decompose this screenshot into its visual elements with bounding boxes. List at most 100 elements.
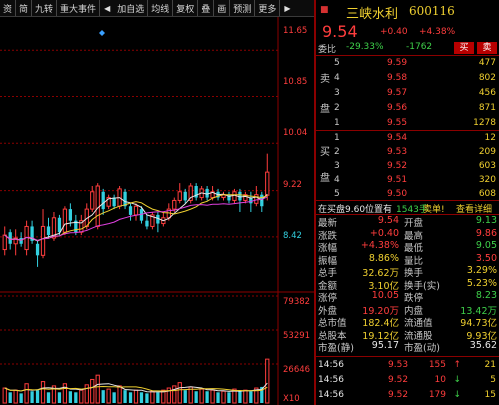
bid-book: 买 盘 1 9.54 12 2 9.53 209 3 9.52 603 4 9.… [316, 131, 499, 201]
chart-grid [0, 17, 314, 405]
volume-bar [13, 389, 18, 404]
stat-value: 9.54 [377, 215, 399, 226]
candle-body [112, 197, 116, 207]
ask-level: 4 [334, 73, 340, 83]
volume-bar [123, 390, 127, 403]
candle-body [128, 206, 133, 215]
toolbar-item-8[interactable]: 画 [213, 0, 229, 16]
candle-body [101, 191, 105, 210]
candle-body [265, 171, 270, 196]
bid-level: 2 [334, 147, 340, 157]
toolbar-item-0[interactable]: 资 [0, 0, 15, 16]
toolbar-item-4[interactable]: 加自选 [114, 0, 147, 16]
tick-time: 14:56 [318, 360, 344, 370]
tick-count: 21 [484, 360, 496, 370]
stat-label: 市盈(静) [318, 343, 354, 354]
volume-bar [265, 358, 270, 404]
volume-bar [221, 390, 226, 404]
ask-volume: 871 [478, 103, 496, 113]
ask-volume: 1278 [473, 118, 496, 128]
toolbar-prev-arrow-icon[interactable]: ◀ [99, 0, 114, 16]
volume-bar [106, 388, 111, 404]
price-line: 9.54 +0.40 +4.38% [316, 22, 499, 41]
volume-bar [57, 392, 62, 403]
order-alert: 在买盘9.60位置有 1543手 卖单! 查看详细 [316, 201, 499, 215]
candle-body [68, 209, 73, 221]
bid-row[interactable]: 5 9.50 608 [316, 187, 499, 201]
tick-volume: 155 [428, 360, 446, 370]
volume-bar [243, 389, 248, 404]
volume-bar [74, 392, 78, 403]
ask-volume: 477 [478, 58, 496, 68]
bid-row[interactable]: 1 9.54 12 [316, 131, 499, 145]
volume-bar [156, 392, 160, 403]
stat-row: 总市值 182.4亿 流通值 94.73亿 [316, 315, 499, 329]
ask-level: 3 [334, 88, 340, 98]
ask-row[interactable]: 1 9.55 1278 [316, 116, 499, 131]
bid-level: 1 [334, 133, 340, 143]
toolbar-item-9[interactable]: 预测 [229, 0, 254, 16]
toolbar-item-5[interactable]: 均线 [147, 0, 172, 16]
volume-bar [205, 391, 209, 403]
bid-row[interactable]: 4 9.51 320 [316, 173, 499, 187]
stat-row: 最新 9.54 开盘 9.13 [316, 215, 499, 229]
ask-level: 1 [334, 118, 340, 128]
candle-body [90, 191, 95, 210]
stat-row: 振幅 8.86% 量比 3.50 [316, 252, 499, 267]
toolbar-item-3[interactable]: 重大事件 [56, 0, 99, 16]
ask-row[interactable]: 5 9.59 477 [316, 56, 499, 71]
toolbar-item-2[interactable]: 九转 [31, 0, 56, 16]
toolbar-item-7[interactable]: 叠 [197, 0, 213, 16]
toolbar-item-10[interactable]: 更多 [254, 0, 279, 16]
webi-diff: -1762 [406, 42, 433, 52]
candle-body [57, 217, 62, 233]
volume-bar [30, 391, 34, 403]
volume-bar [40, 381, 46, 404]
ask-volume: 456 [478, 88, 496, 98]
bid-level: 4 [334, 175, 340, 185]
ask-volume: 802 [478, 73, 496, 83]
volume-bar [112, 392, 116, 403]
stat-value: 10.05 [371, 290, 399, 301]
tick-count: 15 [484, 390, 496, 400]
kline-chart[interactable]: 11.65 10.85 10.04 9.22 8.42 79382 53291 … [0, 17, 314, 405]
stock-code: 600116 [409, 4, 455, 18]
quote-panel: ■ 三峡水利 600116 9.54 +0.40 +4.38% 委比 -29.3… [316, 0, 499, 405]
bid-price: 9.52 [387, 161, 408, 171]
stat-value: 5.23% [466, 277, 497, 289]
axis-label-price-1: 10.85 [283, 77, 307, 87]
volume-bar [8, 392, 12, 403]
bid-volume: 209 [478, 147, 496, 157]
bid-price: 9.51 [387, 175, 408, 185]
volume-bars [2, 358, 270, 404]
sell-button[interactable]: 卖 [477, 42, 497, 54]
toolbar-item-6[interactable]: 复权 [172, 0, 197, 16]
tick-price: 9.53 [388, 360, 409, 370]
stat-row: 外盘 19.20万 内盘 13.42万 [316, 303, 499, 317]
candle-body [2, 234, 7, 251]
bid-row[interactable]: 3 9.52 603 [316, 159, 499, 173]
buy-button[interactable]: 买 [454, 42, 474, 54]
ask-row[interactable]: 2 9.56 871 [316, 101, 499, 116]
volume-bar [24, 383, 29, 404]
stat-row: 金额 3.10亿 换手(实) 5.23% [316, 277, 499, 292]
bid-row[interactable]: 2 9.53 209 [316, 145, 499, 159]
stat-value: 3.29% [466, 265, 497, 276]
ask-row[interactable]: 3 9.57 456 [316, 86, 499, 101]
ask-row[interactable]: 4 9.58 802 [316, 71, 499, 86]
stock-title: ■ 三峡水利 600116 [316, 0, 499, 22]
toolbar-item-1[interactable]: 简 [15, 0, 31, 16]
stat-row: 总手 32.62万 换手 3.29% [316, 265, 499, 279]
price-change-pct: +4.38% [419, 27, 456, 37]
bid-price: 9.50 [387, 189, 408, 199]
ticks-divider [316, 356, 499, 357]
volume-bar [150, 390, 155, 404]
stat-value: 8.86% [368, 252, 399, 264]
candle-body [40, 225, 46, 256]
volume-bar [177, 382, 182, 404]
volume-bar [19, 393, 23, 403]
bid-price: 9.54 [387, 133, 408, 143]
tick-direction-icon: ↓ [453, 390, 461, 400]
axis-label-price-0: 11.65 [283, 26, 307, 36]
toolbar-next-arrow-icon[interactable]: ▶ [279, 0, 294, 16]
